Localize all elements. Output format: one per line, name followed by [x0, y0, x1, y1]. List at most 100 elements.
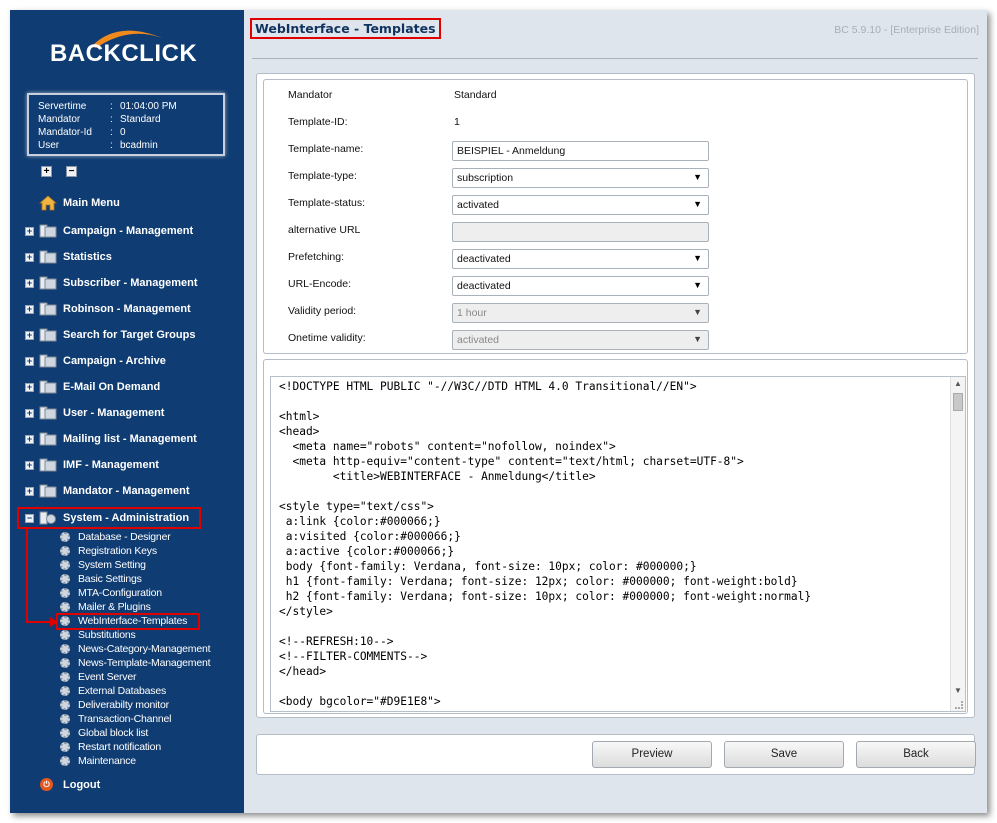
expand-icon[interactable]: + [25, 486, 34, 496]
submenu-item-basic-settings[interactable]: Basic Settings [60, 572, 210, 586]
submenu-item-external-databases[interactable]: External Databases [60, 684, 210, 698]
submenu-item-deliverability-monitor[interactable]: Deliverabilty monitor [60, 698, 210, 712]
expand-icon[interactable]: + [25, 408, 34, 418]
menu-item-user-management[interactable]: + User - Management [10, 404, 210, 422]
preview-button[interactable]: Preview [592, 741, 712, 768]
submenu-label: News-Category-Management [78, 643, 211, 655]
scroll-thumb[interactable] [953, 393, 963, 411]
mandator-label: Mandator [38, 114, 81, 125]
gear-icon [60, 756, 70, 766]
submenu-label: News-Template-Management [78, 657, 211, 669]
menu-item-campaign-management[interactable]: + Campaign - Management [10, 222, 210, 240]
save-button[interactable]: Save [724, 741, 844, 768]
expand-all-icon[interactable]: + [41, 166, 52, 177]
mandator-id-value: 0 [120, 127, 126, 138]
gear-icon [60, 546, 70, 556]
submenu-item-maintenance[interactable]: Maintenance [60, 754, 210, 768]
highlight-box-webinterface-templates [56, 613, 200, 630]
expand-icon[interactable]: + [25, 252, 34, 262]
menu-item-search-target-groups[interactable]: + Search for Target Groups [10, 326, 210, 344]
submenu-item-global-block-list[interactable]: Global block list [60, 726, 210, 740]
menu-item-label: Robinson - Management [63, 303, 191, 315]
gear-icon [60, 644, 70, 654]
menu-item-system-administration[interactable]: − System - Administration [10, 509, 210, 527]
gear-icon [60, 686, 70, 696]
vertical-scrollbar[interactable]: ▲ ▼ [950, 377, 965, 711]
power-icon: ⏻ [40, 778, 53, 791]
validity-period-select[interactable]: 1 hour ▼ [452, 303, 709, 323]
menu-item-email-on-demand[interactable]: + E-Mail On Demand [10, 378, 210, 396]
menu-item-robinson-management[interactable]: + Robinson - Management [10, 300, 210, 318]
collapse-all-icon[interactable]: − [66, 166, 77, 177]
folder-icon [39, 484, 57, 498]
template-settings-form: Mandator Standard Template-ID: 1 Templat… [263, 79, 968, 354]
expand-icon[interactable]: + [25, 434, 34, 444]
menu-item-statistics[interactable]: + Statistics [10, 248, 210, 266]
expand-icon[interactable]: + [25, 226, 34, 236]
scroll-down-icon[interactable]: ▼ [954, 686, 962, 695]
gear-icon [60, 560, 70, 570]
alternative-url-input[interactable] [452, 222, 709, 242]
expand-icon[interactable]: + [25, 382, 34, 392]
submenu-item-mta-configuration[interactable]: MTA-Configuration [60, 586, 210, 600]
submenu-item-transaction-channel[interactable]: Transaction-Channel [60, 712, 210, 726]
resize-grip-icon[interactable] [955, 701, 963, 709]
submenu-item-event-server[interactable]: Event Server [60, 670, 210, 684]
submenu-item-registration-keys[interactable]: Registration Keys [60, 544, 210, 558]
submenu-item-restart-notification[interactable]: Restart notification [60, 740, 210, 754]
url-encode-value: deactivated [457, 280, 511, 292]
menu-item-mandator-management[interactable]: + Mandator - Management [10, 482, 210, 500]
expand-icon[interactable]: + [25, 278, 34, 288]
expand-icon[interactable]: + [25, 460, 34, 470]
menu-item-subscriber-management[interactable]: + Subscriber - Management [10, 274, 210, 292]
expand-icon[interactable]: + [25, 330, 34, 340]
expand-icon[interactable]: + [25, 304, 34, 314]
onetime-validity-select[interactable]: activated ▼ [452, 330, 709, 350]
submenu-item-system-setting[interactable]: System Setting [60, 558, 210, 572]
home-icon [39, 195, 57, 211]
gears-folder-icon [39, 511, 56, 525]
annotation-line [26, 529, 28, 622]
submenu-item-news-template-management[interactable]: News-Template-Management [60, 656, 211, 670]
sidebar: BACKCLICK Servertime:01:04:00 PM Mandato… [10, 10, 244, 813]
folder-icon [39, 328, 57, 342]
template-status-select[interactable]: activated ▼ [452, 195, 709, 215]
backclick-logo: BACKCLICK [50, 30, 200, 76]
alternative-url-label: alternative URL [288, 224, 361, 236]
submenu-item-news-category-management[interactable]: News-Category-Management [60, 642, 211, 656]
gear-icon [60, 588, 70, 598]
folder-icon [39, 302, 57, 316]
template-type-label: Template-type: [288, 170, 357, 182]
back-button[interactable]: Back [856, 741, 976, 768]
template-code-editor[interactable]: <!DOCTYPE HTML PUBLIC "-//W3C//DTD HTML … [270, 376, 966, 712]
separator: : [110, 127, 113, 138]
submenu-item-substitutions[interactable]: Substitutions [60, 628, 210, 642]
mandator-label: Mandator [288, 89, 333, 101]
submenu-label: Mailer & Plugins [78, 601, 151, 613]
menu-item-imf-management[interactable]: + IMF - Management [10, 456, 210, 474]
app-window: BACKCLICK Servertime:01:04:00 PM Mandato… [10, 10, 987, 813]
submenu-label: Database - Designer [78, 531, 171, 543]
template-type-select[interactable]: subscription ▼ [452, 168, 709, 188]
submenu-label: Maintenance [78, 755, 136, 767]
prefetching-select[interactable]: deactivated ▼ [452, 249, 709, 269]
logo-text: BACKCLICK [50, 40, 198, 67]
folder-icon [39, 432, 57, 446]
expand-icon[interactable]: + [25, 356, 34, 366]
template-id-label: Template-ID: [288, 116, 348, 128]
menu-item-campaign-archive[interactable]: + Campaign - Archive [10, 352, 210, 370]
menu-main[interactable]: Main Menu [10, 194, 210, 212]
folder-icon [39, 224, 57, 238]
menu-item-mailing-list-management[interactable]: + Mailing list - Management [10, 430, 210, 448]
template-name-input[interactable]: BEISPIEL - Anmeldung [452, 141, 709, 161]
logout-link[interactable]: ⏻ Logout [40, 778, 100, 791]
submenu-item-mailer-plugins[interactable]: Mailer & Plugins [60, 600, 210, 614]
collapse-icon[interactable]: − [25, 513, 34, 523]
scroll-up-icon[interactable]: ▲ [954, 379, 962, 388]
folder-icon [39, 380, 57, 394]
submenu-item-database-designer[interactable]: Database - Designer [60, 530, 210, 544]
menu-item-label: Campaign - Management [63, 225, 194, 237]
mandator-value: Standard [454, 89, 497, 101]
url-encode-select[interactable]: deactivated ▼ [452, 276, 709, 296]
gear-icon [60, 672, 70, 682]
